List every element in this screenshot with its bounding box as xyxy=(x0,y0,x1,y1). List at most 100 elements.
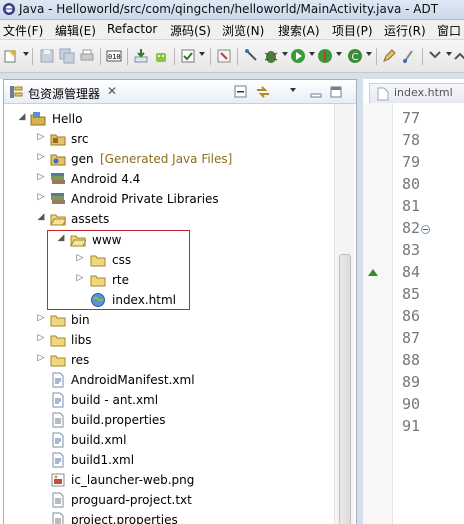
import-icon[interactable] xyxy=(133,48,149,64)
generated-folder-icon xyxy=(50,154,66,166)
toolbar-separator xyxy=(100,48,101,65)
task-dropdown-icon[interactable] xyxy=(199,52,205,56)
svg-text:010: 010 xyxy=(108,53,121,61)
toolbar-separator xyxy=(32,48,33,65)
collapse-arrow-icon[interactable]: ◢ xyxy=(36,212,46,222)
next-annotation-icon[interactable] xyxy=(427,48,443,64)
menu-search[interactable]: 搜索(A) xyxy=(278,22,320,39)
menu-project[interactable]: 项目(P) xyxy=(332,22,373,39)
generated-files-note: [Generated Java Files] xyxy=(100,152,233,166)
menu-bar: 文件(F) 编辑(E) Refactor 源码(S) 浏览(N) 搜索(A) 项… xyxy=(0,20,464,40)
menu-file[interactable]: 文件(F) xyxy=(3,22,43,39)
vertical-scrollbar[interactable] xyxy=(334,104,354,524)
line-number: 80 xyxy=(401,175,420,193)
editor-tab-index-html[interactable]: index.html xyxy=(369,83,464,103)
properties-file-icon xyxy=(52,412,64,428)
xml-file-icon xyxy=(52,452,64,468)
maximize-icon[interactable] xyxy=(329,85,343,99)
menu-navigate[interactable]: 浏览(N) xyxy=(222,22,264,39)
package-explorer-tab[interactable]: 包资源管理器 ✕ xyxy=(4,80,356,104)
editor-ruler xyxy=(363,103,393,524)
expand-arrow-icon[interactable]: ▷ xyxy=(36,132,46,142)
toolbar-separator xyxy=(376,48,377,65)
menu-refactor[interactable]: Refactor xyxy=(107,22,157,36)
save-all-icon[interactable] xyxy=(59,48,75,64)
www-highlight-box xyxy=(47,230,190,310)
xml-file-icon xyxy=(52,372,64,388)
properties-file-icon xyxy=(52,512,64,524)
toolbar-separator xyxy=(237,48,238,65)
external-tools-dropdown-icon[interactable] xyxy=(336,52,342,56)
prev-annotation-icon[interactable] xyxy=(452,48,464,64)
debug-icon[interactable] xyxy=(263,48,279,64)
line-number: 79 xyxy=(401,153,420,171)
new-dropdown-icon[interactable] xyxy=(23,52,29,56)
expand-arrow-icon[interactable]: ▷ xyxy=(36,192,46,202)
expand-arrow-icon[interactable]: ▷ xyxy=(36,313,46,323)
new-class-dropdown-icon[interactable] xyxy=(366,52,372,56)
expand-arrow-icon[interactable]: ▷ xyxy=(36,353,46,363)
brush-icon[interactable] xyxy=(401,48,417,64)
pencil-icon[interactable] xyxy=(381,48,397,64)
toolbar: 010 C xyxy=(0,40,464,73)
html-file-icon xyxy=(377,87,389,101)
expand-arrow-icon[interactable]: ▷ xyxy=(36,152,46,162)
menu-window[interactable]: 窗口 xyxy=(437,22,461,39)
toolbar-separator xyxy=(127,48,128,65)
line-number: 82 xyxy=(401,219,420,237)
project-tree: ◢ Hello ▷ src ▷ gen [Generated Java File… xyxy=(4,104,334,524)
menu-run[interactable]: 运行(R) xyxy=(384,22,426,39)
close-icon[interactable]: ✕ xyxy=(107,84,117,98)
library-icon xyxy=(51,193,65,204)
view-title: 包资源管理器 xyxy=(28,87,101,101)
line-number: 85 xyxy=(401,285,420,303)
override-marker-icon xyxy=(368,269,378,276)
folder-icon xyxy=(50,355,66,367)
view-menu-icon[interactable] xyxy=(290,88,296,92)
new-icon[interactable] xyxy=(3,48,19,64)
menu-edit[interactable]: 编辑(E) xyxy=(55,22,96,39)
collapse-all-icon[interactable] xyxy=(234,85,248,99)
binary-icon[interactable]: 010 xyxy=(106,48,122,64)
xml-file-icon xyxy=(52,432,64,448)
svg-text:C: C xyxy=(352,52,359,63)
line-number: 86 xyxy=(401,307,420,325)
android-project-icon xyxy=(30,112,46,126)
open-folder-icon xyxy=(50,214,66,226)
scrollbar-thumb[interactable] xyxy=(339,254,351,524)
toolbar-separator xyxy=(210,48,211,65)
line-number: 83 xyxy=(401,241,420,259)
expand-arrow-icon[interactable]: ▷ xyxy=(36,333,46,343)
package-explorer-icon xyxy=(10,86,23,98)
expand-arrow-icon[interactable]: ▷ xyxy=(36,172,46,182)
line-number: 91 xyxy=(401,417,420,435)
source-folder-icon xyxy=(50,134,66,146)
print-icon[interactable] xyxy=(79,48,95,64)
toolbar-separator xyxy=(174,48,175,65)
collapse-arrow-icon[interactable]: ◢ xyxy=(17,112,27,122)
open-type-icon[interactable] xyxy=(216,48,232,64)
eclipse-icon xyxy=(3,3,15,15)
link-with-editor-icon[interactable] xyxy=(256,85,270,99)
fold-collapse-icon[interactable] xyxy=(421,225,430,234)
run-icon[interactable] xyxy=(290,48,306,64)
menu-source[interactable]: 源码(S) xyxy=(170,22,211,39)
editor-tab-label: index.html xyxy=(394,86,453,99)
line-number: 77 xyxy=(401,109,420,127)
save-icon[interactable] xyxy=(39,48,55,64)
library-icon xyxy=(51,173,65,184)
title-bar: Java - Helloworld/src/com/qingchen/hello… xyxy=(0,0,464,20)
debug-dropdown-icon[interactable] xyxy=(282,52,288,56)
xml-file-icon xyxy=(52,392,64,408)
external-tools-icon[interactable] xyxy=(317,48,333,64)
android-icon[interactable] xyxy=(153,48,169,64)
text-file-icon xyxy=(52,492,64,508)
new-class-icon[interactable]: C xyxy=(347,48,363,64)
line-number: 89 xyxy=(401,373,420,391)
pin-icon[interactable] xyxy=(243,48,259,64)
line-number-ruler: 77 78 79 80 81 82 83 84 85 86 87 88 89 9… xyxy=(393,103,463,524)
task-icon[interactable] xyxy=(180,48,196,64)
minimize-icon[interactable] xyxy=(309,85,323,99)
run-dropdown-icon[interactable] xyxy=(309,52,315,56)
editor-area: index.html 77 78 79 80 81 82 83 84 85 86… xyxy=(357,79,464,524)
